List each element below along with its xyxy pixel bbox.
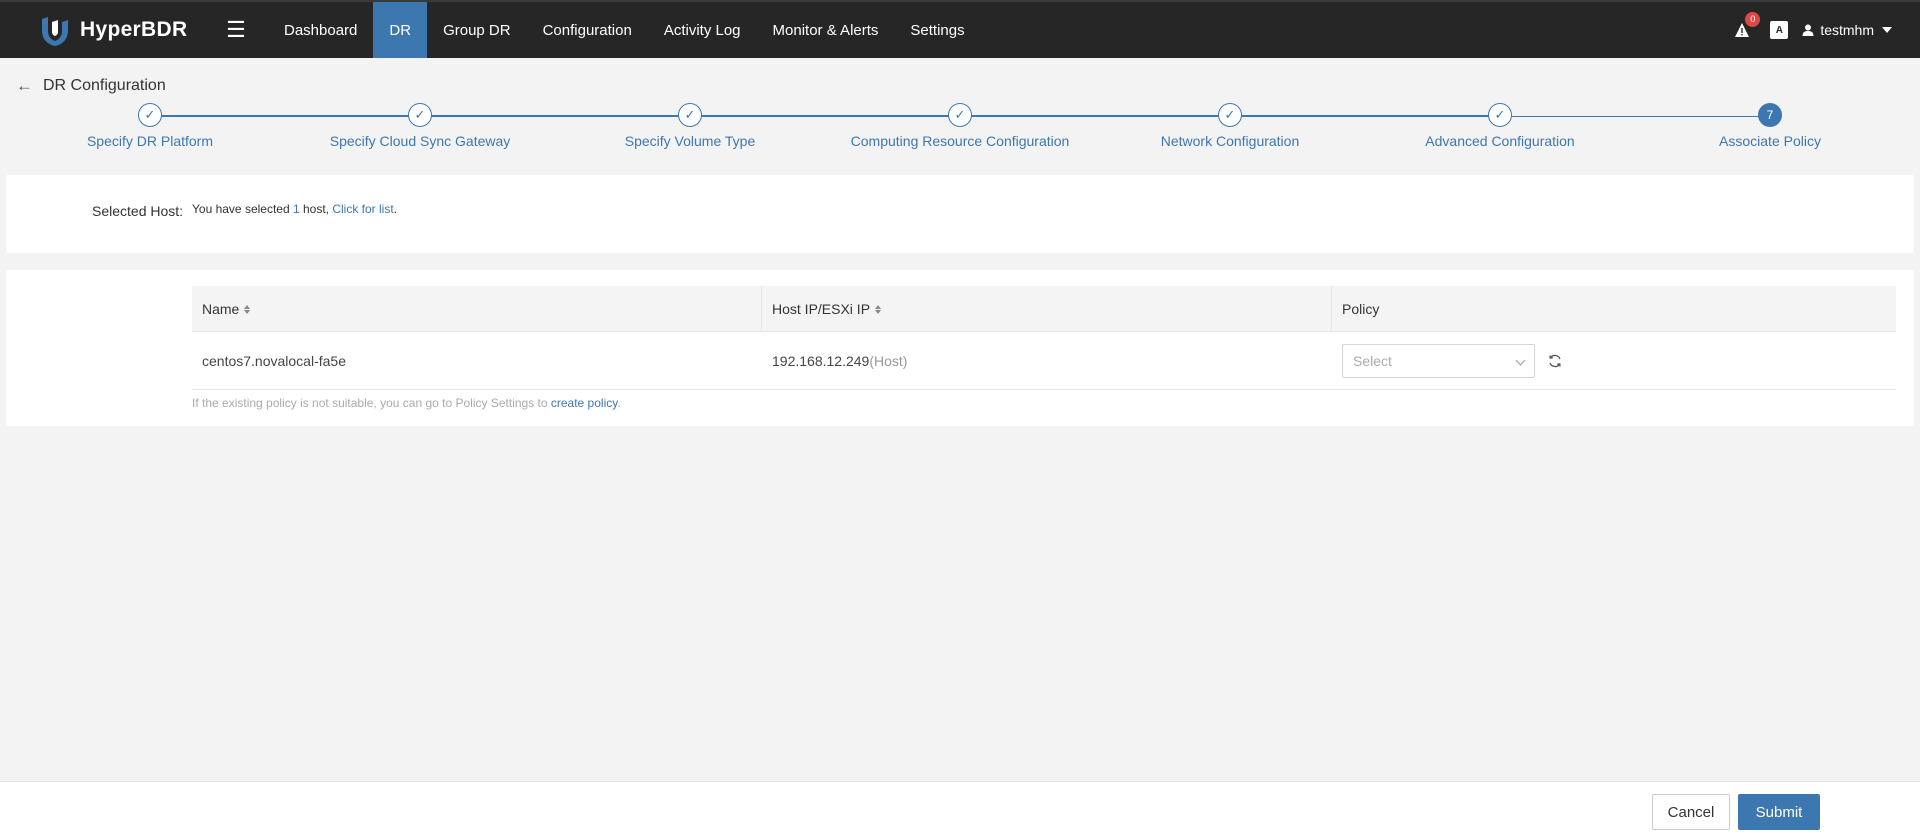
table-header: Name Host IP/ESXi IP Policy <box>192 286 1896 332</box>
nav-item-dr[interactable]: DR <box>373 2 428 58</box>
step-label: Specify Volume Type <box>624 133 756 149</box>
column-header-name[interactable]: Name <box>192 286 762 332</box>
language-icon[interactable]: A <box>1770 21 1789 39</box>
nav-item-monitor-alerts[interactable]: Monitor & Alerts <box>757 2 895 58</box>
selected-host-suffix: host, <box>299 202 333 216</box>
nav-item-group-dr[interactable]: Group DR <box>427 2 527 58</box>
host-name-cell: centos7.novalocal-fa5e <box>202 352 346 369</box>
column-header-label: Name <box>202 301 240 317</box>
selected-host-card: Selected Host: You have selected 1 host,… <box>6 175 1914 253</box>
policy-hint-text: If the existing policy is not suitable, … <box>192 396 551 410</box>
column-header-policy: Policy <box>1332 286 1896 332</box>
chevron-down-icon <box>1515 355 1526 365</box>
check-icon: ✓ <box>1218 103 1242 127</box>
arrow-left-icon[interactable]: ← <box>16 76 33 96</box>
policy-table: Name Host IP/ESXi IP Policy centos7.nova… <box>192 286 1896 410</box>
step-label: Network Configuration <box>1160 133 1300 149</box>
language-icon-text: A <box>1775 24 1783 36</box>
alert-count-badge: 0 <box>1745 12 1761 27</box>
hamburger-icon[interactable]: ☰ <box>218 2 254 58</box>
step-5[interactable]: ✓ Network Configuration <box>1095 103 1365 149</box>
submit-button[interactable]: Submit <box>1738 794 1820 830</box>
step-1[interactable]: ✓ Specify DR Platform <box>15 103 285 149</box>
shield-logo-icon <box>42 17 68 46</box>
app-name: HyperBDR <box>80 18 188 41</box>
check-icon: ✓ <box>1488 103 1512 127</box>
step-label: Specify Cloud Sync Gateway <box>329 133 511 149</box>
sort-icon[interactable] <box>875 304 882 314</box>
nav-item-dashboard[interactable]: Dashboard <box>268 2 373 58</box>
step-6[interactable]: ✓ Advanced Configuration <box>1365 103 1635 149</box>
check-icon: ✓ <box>138 103 162 127</box>
main-nav: Dashboard DR Group DR Configuration Acti… <box>268 2 981 58</box>
host-ip: 192.168.12.249 <box>772 352 870 369</box>
page-header: ← DR Configuration <box>16 76 166 96</box>
username: testmhm <box>1820 22 1874 38</box>
step-label: Specify DR Platform <box>86 133 214 149</box>
step-3[interactable]: ✓ Specify Volume Type <box>555 103 825 149</box>
selected-host-end: . <box>393 202 398 216</box>
policy-cell: Select <box>1332 343 1896 378</box>
sort-icon[interactable] <box>244 304 251 314</box>
chevron-down-icon <box>1882 27 1892 33</box>
selected-host-count: 1 <box>292 202 300 216</box>
policy-select[interactable]: Select <box>1342 343 1535 378</box>
check-icon: ✓ <box>678 103 702 127</box>
selected-host-label: Selected Host: <box>92 203 184 219</box>
policy-select-placeholder: Select <box>1353 352 1392 369</box>
step-number: 7 <box>1758 103 1782 127</box>
nav-item-configuration[interactable]: Configuration <box>527 2 648 58</box>
column-header-label: Host IP/ESXi IP <box>772 301 871 317</box>
column-header-label: Policy <box>1342 301 1380 317</box>
nav-item-settings[interactable]: Settings <box>894 2 980 58</box>
page-title: DR Configuration <box>43 77 166 94</box>
top-nav-bar: HyperBDR ☰ Dashboard DR Group DR Configu… <box>0 0 1920 58</box>
user-menu[interactable]: testmhm <box>1802 22 1892 38</box>
create-policy-link[interactable]: create policy <box>551 396 617 410</box>
cancel-button[interactable]: Cancel <box>1652 794 1730 830</box>
refresh-icon[interactable] <box>1547 353 1563 369</box>
policy-hint: If the existing policy is not suitable, … <box>192 396 1896 410</box>
step-label: Computing Resource Configuration <box>850 133 1070 149</box>
table-row: centos7.novalocal-fa5e 192.168.12.249 (Ho… <box>192 332 1896 390</box>
step-label: Advanced Configuration <box>1425 133 1575 149</box>
step-4[interactable]: ✓ Computing Resource Configuration <box>825 103 1095 149</box>
column-header-host-ip[interactable]: Host IP/ESXi IP <box>762 286 1332 332</box>
step-label: Associate Policy <box>1719 133 1821 149</box>
host-list-link[interactable]: Click for list <box>332 202 393 216</box>
host-type: (Host) <box>869 352 908 369</box>
step-7[interactable]: 7 Associate Policy <box>1635 103 1905 149</box>
nav-item-activity-log[interactable]: Activity Log <box>648 2 757 58</box>
alert-button[interactable]: 0 <box>1730 12 1761 42</box>
policy-hint-end: . <box>617 396 621 410</box>
top-right-tools: 0 A testmhm <box>1730 12 1892 42</box>
check-icon: ✓ <box>408 103 432 127</box>
policy-table-card: Name Host IP/ESXi IP Policy centos7.nova… <box>6 270 1914 426</box>
check-icon: ✓ <box>948 103 972 127</box>
user-icon <box>1802 24 1814 36</box>
app-logo[interactable]: HyperBDR <box>38 13 218 47</box>
footer-bar: Cancel Submit <box>0 781 1920 840</box>
wizard-steps: ✓ Specify DR Platform ✓ Specify Cloud Sy… <box>0 103 1920 153</box>
step-2[interactable]: ✓ Specify Cloud Sync Gateway <box>285 103 555 149</box>
host-ip-cell: 192.168.12.249 (Host) <box>762 353 1332 369</box>
selected-host-prefix: You have selected <box>192 202 293 216</box>
selected-host-summary: You have selected 1 host, Click for list… <box>192 202 397 216</box>
